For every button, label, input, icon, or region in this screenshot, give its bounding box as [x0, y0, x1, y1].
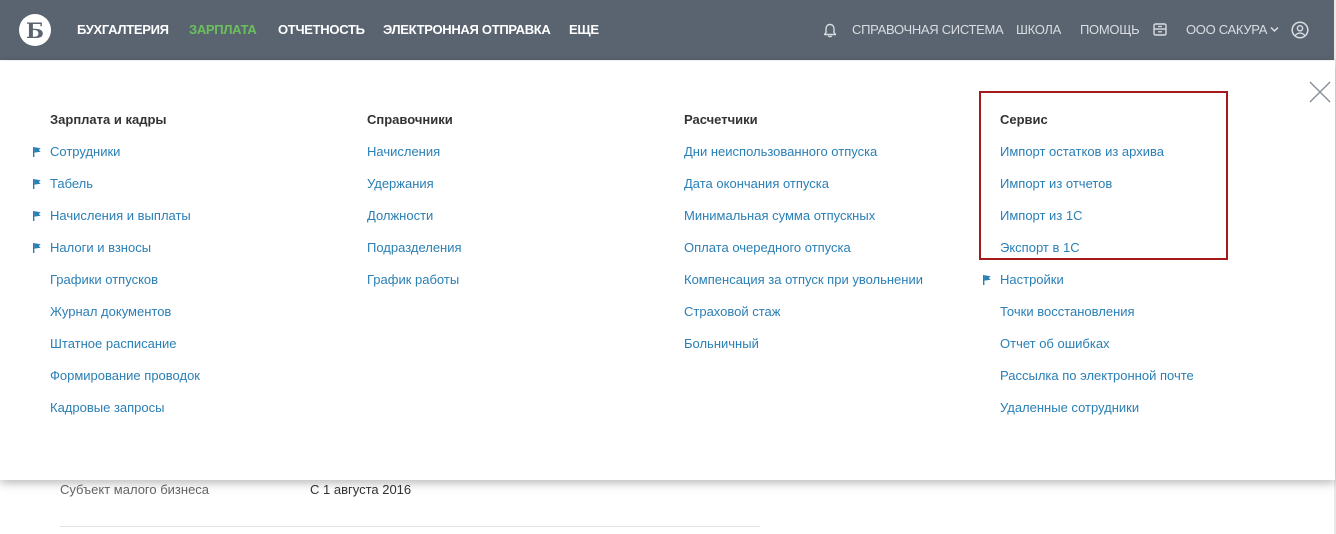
- menu-item-label: Больничный: [684, 336, 759, 351]
- menu-item-label: Настройки: [1000, 272, 1064, 287]
- menu-item-label: График работы: [367, 272, 460, 287]
- flag-icon: [983, 275, 991, 285]
- top-navigation-bar: Б БУХГАЛТЕРИЯ ЗАРПЛАТА ОТЧЕТНОСТЬ ЭЛЕКТР…: [0, 0, 1336, 60]
- menu-item[interactable]: Экспорт в 1С: [1000, 239, 1194, 271]
- menu-item-list: Импорт остатков из архива Импорт из отчет…: [983, 143, 1194, 431]
- menu-item[interactable]: Дни неиспользованного отпуска: [684, 143, 923, 175]
- menu-item-list: Сотрудники Табель Начисления и выплаты Нало…: [33, 143, 200, 431]
- menu-item[interactable]: Подразделения: [367, 239, 462, 271]
- menu-item-label: Формирование проводок: [50, 368, 200, 383]
- archive-icon[interactable]: [1153, 23, 1167, 36]
- school-link[interactable]: ШКОЛА: [1016, 22, 1061, 38]
- menu-item[interactable]: Отчет об ошибках: [1000, 335, 1194, 367]
- menu-item[interactable]: Формирование проводок: [50, 367, 200, 399]
- menu-item-label: Минимальная сумма отпускных: [684, 208, 876, 223]
- menu-item-label: Сотрудники: [50, 144, 121, 159]
- menu-item[interactable]: Больничный: [684, 335, 923, 367]
- menu-item[interactable]: Импорт из 1С: [1000, 207, 1194, 239]
- bell-icon[interactable]: [823, 23, 837, 38]
- menu-item[interactable]: Журнал документов: [50, 303, 200, 335]
- menu-item[interactable]: Начисления и выплаты: [33, 207, 200, 239]
- small-business-value: С 1 августа 2016: [310, 482, 412, 497]
- column-title: Зарплата и кадры: [50, 112, 167, 127]
- menu-item-label: Дата окончания отпуска: [684, 176, 829, 191]
- menu-item[interactable]: Табель: [33, 175, 200, 207]
- menu-item[interactable]: Страховой стаж: [684, 303, 923, 335]
- close-icon[interactable]: [1309, 81, 1331, 103]
- menu-item[interactable]: Настройки: [983, 271, 1194, 303]
- menu-item[interactable]: Импорт из отчетов: [1000, 175, 1194, 207]
- menu-item-label: Рассылка по электронной почте: [1000, 368, 1194, 383]
- menu-item[interactable]: Налоги и взносы: [33, 239, 200, 271]
- menu-item[interactable]: Дата окончания отпуска: [684, 175, 923, 207]
- menu-item-label: Страховой стаж: [684, 304, 781, 319]
- column-title: Расчетчики: [684, 112, 758, 127]
- menu-item[interactable]: Компенсация за отпуск при увольнении: [684, 271, 923, 303]
- menu-item-label: Отчет об ошибках: [1000, 336, 1110, 351]
- menu-item[interactable]: Удержания: [367, 175, 462, 207]
- chevron-down-icon[interactable]: [1270, 26, 1279, 33]
- menu-item[interactable]: График работы: [367, 271, 462, 303]
- menu-item[interactable]: Кадровые запросы: [50, 399, 200, 431]
- menu-item-label: Начисления и выплаты: [50, 208, 191, 223]
- menu-item-label: Должности: [367, 208, 434, 223]
- menu-item[interactable]: Минимальная сумма отпускных: [684, 207, 923, 239]
- menu-item-label: Табель: [50, 176, 94, 191]
- menu-item[interactable]: Оплата очередного отпуска: [684, 239, 923, 271]
- flag-icon: [33, 211, 41, 221]
- company-selector[interactable]: ООО САКУРА: [1186, 22, 1267, 38]
- column-title: Сервис: [1000, 112, 1048, 127]
- menu-item[interactable]: Сотрудники: [33, 143, 200, 175]
- menu-item[interactable]: Должности: [367, 207, 462, 239]
- nav-salary[interactable]: ЗАРПЛАТА: [189, 22, 257, 38]
- logo[interactable]: Б: [19, 14, 51, 46]
- flag-icon: [33, 147, 41, 157]
- menu-item-label: Импорт остатков из архива: [1000, 144, 1164, 159]
- menu-item[interactable]: Графики отпусков: [50, 271, 200, 303]
- menu-item-label: Подразделения: [367, 240, 462, 255]
- menu-item-label: Кадровые запросы: [50, 400, 165, 415]
- column-references: Справочники Начисления Удержания Должности П…: [367, 111, 462, 303]
- column-calculators: Расчетчики Дни неиспользованного отпуска Д…: [684, 111, 923, 367]
- menu-item-label: Точки восстановления: [1000, 304, 1135, 319]
- help-system-link[interactable]: СПРАВОЧНАЯ СИСТЕМА: [852, 22, 1004, 38]
- divider: [60, 526, 760, 527]
- menu-item-label: Начисления: [367, 144, 441, 159]
- user-icon[interactable]: [1291, 21, 1309, 39]
- flag-icon: [33, 243, 41, 253]
- menu-item-label: Импорт из отчетов: [1000, 176, 1113, 191]
- small-business-label: Субъект малого бизнеса: [60, 482, 210, 497]
- menu-item-label: Удаленные сотрудники: [1000, 400, 1140, 415]
- nav-more[interactable]: ЕЩЕ: [569, 22, 599, 38]
- column-title: Справочники: [367, 112, 453, 127]
- column-salary-and-staff: Зарплата и кадры Сотрудники Табель Начислен…: [33, 111, 200, 431]
- nav-reporting[interactable]: ОТЧЕТНОСТЬ: [278, 22, 365, 38]
- nav-accounting[interactable]: БУХГАЛТЕРИЯ: [77, 22, 169, 38]
- menu-item[interactable]: Удаленные сотрудники: [1000, 399, 1194, 431]
- menu-item-label: Штатное расписание: [50, 336, 177, 351]
- menu-item-label: Компенсация за отпуск при увольнении: [684, 272, 923, 287]
- menu-item[interactable]: Точки восстановления: [1000, 303, 1194, 335]
- menu-item-label: Графики отпусков: [50, 272, 159, 287]
- menu-item[interactable]: Штатное расписание: [50, 335, 200, 367]
- menu-item-label: Дни неиспользованного отпуска: [684, 144, 878, 159]
- menu-item-label: Оплата очередного отпуска: [684, 240, 851, 255]
- menu-item[interactable]: Рассылка по электронной почте: [1000, 367, 1194, 399]
- menu-item-list: Дни неиспользованного отпуска Дата оконча…: [684, 143, 923, 367]
- menu-item[interactable]: Импорт остатков из архива: [1000, 143, 1194, 175]
- menu-item[interactable]: Начисления: [367, 143, 462, 175]
- menu-item-label: Журнал документов: [50, 304, 172, 319]
- column-service: Сервис Импорт остатков из архива Импорт из…: [983, 111, 1194, 431]
- flag-icon: [33, 179, 41, 189]
- menu-item-label: Импорт из 1С: [1000, 208, 1083, 223]
- menu-item-label: Налоги и взносы: [50, 240, 152, 255]
- menu-item-label: Удержания: [367, 176, 434, 191]
- menu-item-label: Экспорт в 1С: [1000, 240, 1080, 255]
- help-link[interactable]: ПОМОЩЬ: [1080, 22, 1140, 38]
- nav-electronic-sending[interactable]: ЭЛЕКТРОННАЯ ОТПРАВКА: [383, 22, 551, 38]
- menu-item-list: Начисления Удержания Должности Подразделени…: [367, 143, 462, 303]
